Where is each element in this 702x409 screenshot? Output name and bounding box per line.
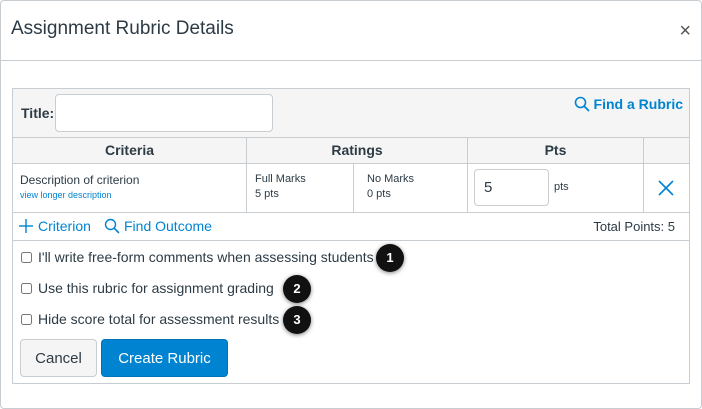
points-suffix: pts — [554, 181, 569, 193]
add-criterion-label: Criterion — [38, 218, 91, 234]
step-badge: 3 — [283, 306, 311, 334]
find-outcome-button[interactable]: Find Outcome — [104, 218, 212, 234]
create-rubric-button[interactable]: Create Rubric — [101, 339, 228, 377]
free-form-comments-option[interactable]: I'll write free-form comments when asses… — [21, 249, 374, 265]
criterion-cell: Description of criterion view longer des… — [13, 164, 247, 212]
rubric-dialog: Assignment Rubric Details × Title: Find … — [0, 0, 702, 409]
find-rubric-link[interactable]: Find a Rubric — [574, 96, 683, 112]
table-row: Description of criterion view longer des… — [13, 164, 689, 213]
hide-score-total-option[interactable]: Hide score total for assessment results — [21, 311, 279, 327]
rating-label: No Marks — [367, 173, 415, 185]
add-criterion-button[interactable]: Criterion — [18, 218, 91, 234]
dialog-header: Assignment Rubric Details × — [1, 1, 701, 61]
header-actions — [644, 138, 689, 163]
points-cell: pts — [468, 164, 644, 212]
view-longer-description-link[interactable]: view longer description — [20, 190, 246, 200]
option-label: Use this rubric for assignment grading — [38, 280, 274, 296]
rubric-title-bar: Title: Find a Rubric — [13, 89, 689, 138]
use-for-grading-checkbox[interactable] — [21, 282, 32, 294]
step-badge: 2 — [283, 275, 311, 303]
rubric-footer: Criterion Find Outcome Total Points: 5 — [13, 213, 689, 241]
hide-score-total-checkbox[interactable] — [21, 313, 32, 325]
title-label: Title: — [21, 105, 55, 121]
header-pts: Pts — [468, 138, 644, 163]
total-points: Total Points: 5 — [593, 219, 675, 234]
step-badge: 1 — [376, 244, 404, 272]
criterion-description[interactable]: Description of criterion — [20, 173, 246, 187]
rating-full-marks[interactable]: Full Marks 5 pts — [247, 164, 354, 212]
header-ratings: Ratings — [247, 138, 468, 163]
actions-cell — [644, 164, 689, 212]
x-icon[interactable] — [656, 178, 676, 198]
rating-points: 0 pts — [367, 188, 391, 200]
rubric-table-header: Criteria Ratings Pts — [13, 138, 689, 164]
rating-no-marks[interactable]: No Marks 0 pts — [354, 164, 468, 212]
option-label: I'll write free-form comments when asses… — [38, 249, 374, 265]
dialog-title: Assignment Rubric Details — [11, 18, 234, 39]
points-input[interactable] — [474, 169, 549, 206]
rubric-title-input[interactable] — [55, 94, 273, 132]
find-outcome-label: Find Outcome — [124, 218, 212, 234]
search-icon — [574, 96, 589, 112]
rating-points: 5 pts — [255, 188, 279, 200]
rubric-frame: Title: Find a Rubric Criteria Ratings Pt… — [12, 88, 690, 384]
use-for-grading-option[interactable]: Use this rubric for assignment grading — [21, 280, 274, 296]
free-form-comments-checkbox[interactable] — [21, 251, 32, 263]
rating-label: Full Marks — [255, 173, 306, 185]
option-label: Hide score total for assessment results — [38, 311, 280, 327]
close-icon[interactable]: × — [679, 21, 691, 41]
search-icon — [104, 218, 120, 234]
header-criteria: Criteria — [13, 138, 247, 163]
find-rubric-label: Find a Rubric — [593, 96, 683, 112]
plus-icon — [19, 219, 33, 233]
cancel-button[interactable]: Cancel — [20, 339, 97, 377]
